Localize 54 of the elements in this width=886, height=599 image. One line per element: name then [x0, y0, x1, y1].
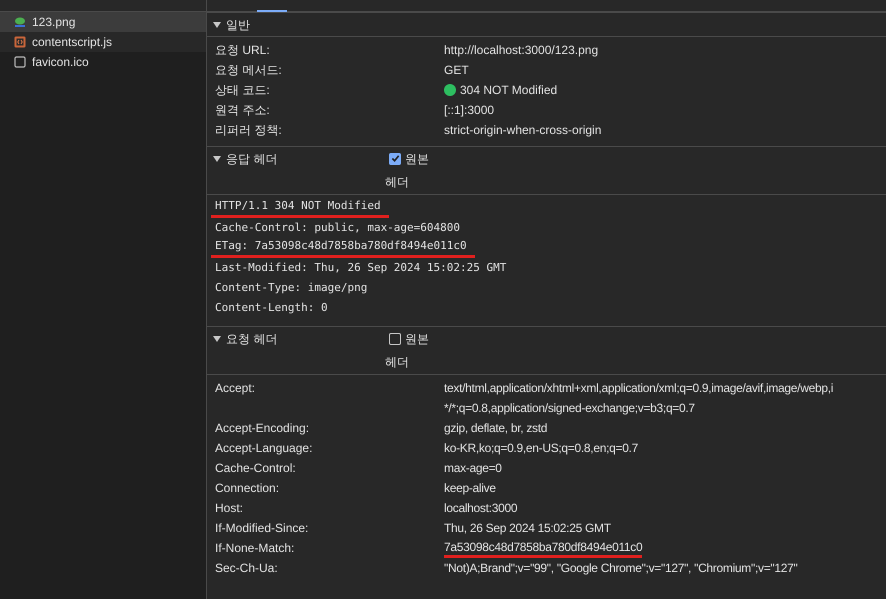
header-value: text/html,application/xhtml+xml,application/xml;q=0.9,image/avif,image/webp,i — [444, 380, 834, 397]
section-title[interactable]: 일반 — [226, 16, 250, 34]
header-name: Sec-Ch-Ua: — [214, 560, 279, 577]
header-name: If-Modified-Since: — [214, 520, 310, 537]
field-value: [::1]:3000 — [444, 102, 494, 119]
header-name: Accept-Encoding: — [214, 420, 310, 437]
header-name: Accept-Language: — [214, 440, 314, 457]
checkbox[interactable] — [389, 152, 401, 164]
file-row[interactable]: contentscript.js — [0, 32, 206, 52]
field-value: 304 NOT Modified — [460, 82, 558, 99]
field-value: GET — [444, 62, 469, 79]
header-value: keep-alive — [444, 480, 496, 497]
header-value: 7a53098c48d7858ba780df8494e011c0 — [444, 538, 642, 556]
section-title[interactable]: 요청 헤더 — [226, 330, 278, 348]
field-label: 리퍼러 정책: — [214, 122, 283, 139]
file-row[interactable]: 123.png — [0, 12, 206, 32]
raw-header-line: Cache-Control: public, max-age=604800 — [215, 220, 460, 236]
document-file-icon — [14, 56, 26, 68]
raw-header-line: ETag: 7a53098c48d7858ba780df8494e011c0 — [215, 238, 467, 254]
header-value: */*;q=0.8,application/signed-exchange;v=b3;q=0.7 — [444, 400, 695, 417]
section-title[interactable]: 응답 헤더 — [226, 150, 278, 168]
header-name: Host: — [214, 500, 244, 517]
raw-header-line: Last-Modified: Thu, 26 Sep 2024 15:02:25 GMT — [215, 260, 506, 276]
column-header: 헤더 — [385, 354, 409, 371]
header-name: Connection: — [214, 480, 280, 497]
script-file-icon — [14, 36, 26, 48]
header-value: max-age=0 — [444, 460, 502, 477]
field-label: 상태 코드: — [214, 82, 271, 99]
raw-header-line: HTTP/1.1 304 NOT Modified — [215, 198, 381, 214]
checkmark-icon — [390, 154, 400, 163]
checkbox[interactable] — [389, 332, 401, 344]
expanded-triangle-icon[interactable] — [213, 154, 221, 162]
raw-header-line: Content-Length: 0 — [215, 300, 328, 316]
checkbox-label[interactable]: 원본 — [405, 150, 429, 168]
header-value: "Not)A;Brand";v="99", "Google Chrome";v="127", "Chromium";v="127" — [444, 560, 798, 577]
field-value: http://localhost:3000/123.png — [444, 42, 598, 59]
header-value: Thu, 26 Sep 2024 15:02:25 GMT — [444, 520, 611, 537]
header-value: localhost:3000 — [444, 500, 518, 517]
raw-header-line: Content-Type: image/png — [215, 280, 368, 296]
expanded-triangle-icon[interactable] — [213, 20, 221, 28]
expanded-triangle-icon[interactable] — [213, 334, 221, 342]
header-name: Cache-Control: — [214, 460, 297, 477]
field-label: 원격 주소: — [214, 102, 271, 119]
field-label: 요청 메서드: — [214, 62, 283, 79]
header-name: Accept: — [214, 380, 256, 397]
image-file-icon — [14, 16, 26, 28]
column-header: 헤더 — [385, 174, 409, 191]
checkbox-label[interactable]: 원본 — [405, 330, 429, 348]
header-value: ko-KR,ko;q=0.9,en-US;q=0.8,en;q=0.7 — [444, 440, 638, 457]
field-label: 요청 URL: — [214, 42, 271, 59]
field-value: strict-origin-when-cross-origin — [444, 122, 602, 139]
header-name: If-None-Match: — [214, 540, 296, 557]
header-value: gzip, deflate, br, zstd — [444, 420, 548, 437]
tab-indicator — [257, 10, 287, 12]
